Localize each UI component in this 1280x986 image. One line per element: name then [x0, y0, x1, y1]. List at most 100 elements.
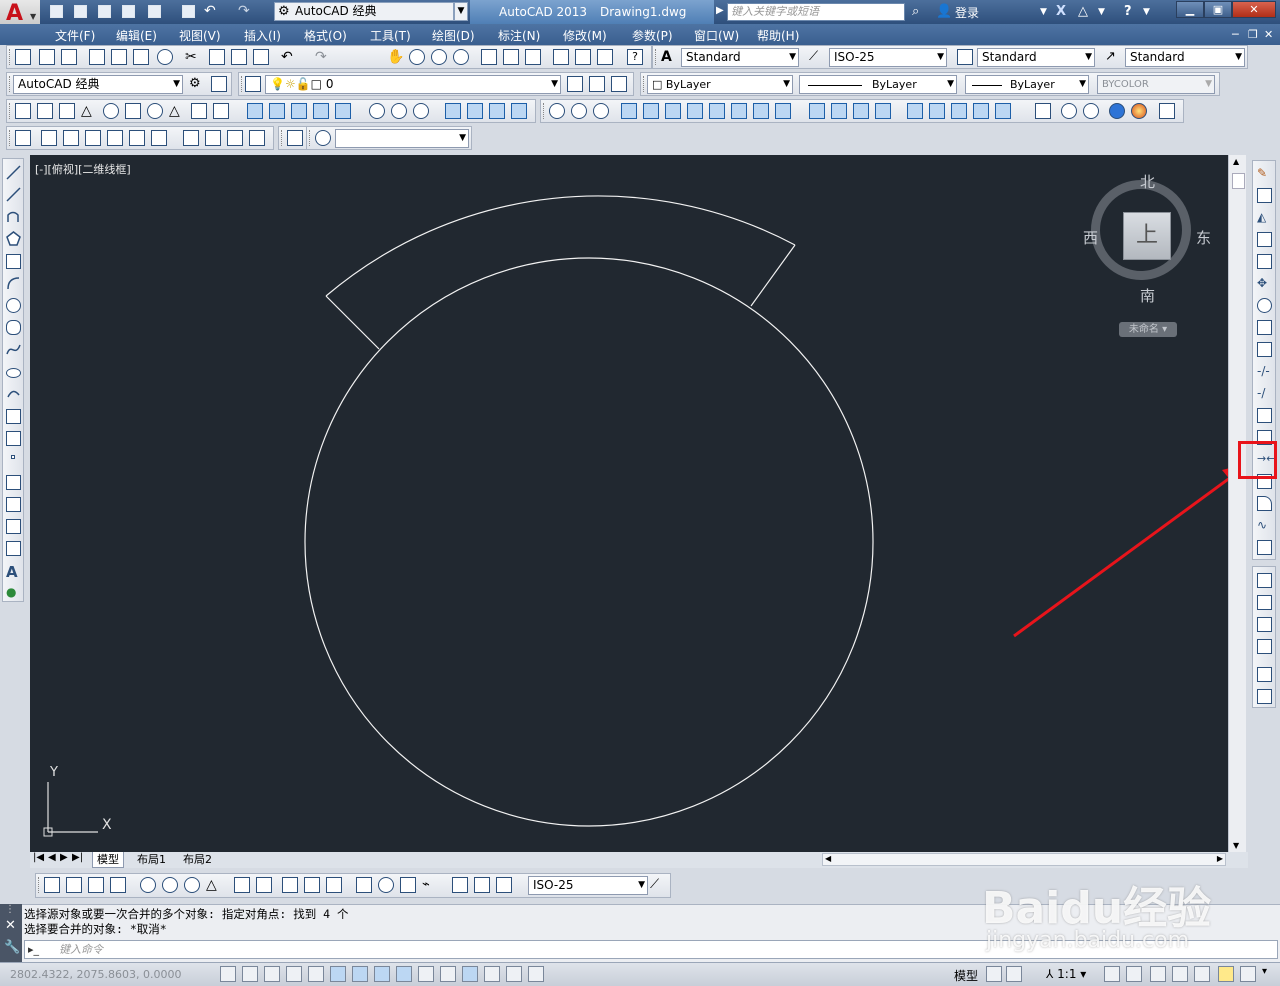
plot-preview-icon[interactable] [146, 3, 164, 21]
grid-display-toggle[interactable] [264, 966, 280, 982]
text-style-dropdown[interactable]: Standard ▼ [681, 48, 799, 67]
menu-dimension[interactable]: 标注(N) [498, 27, 540, 44]
scale-icon[interactable] [1257, 320, 1272, 335]
copy-faces-icon[interactable] [753, 103, 769, 119]
array-icon[interactable] [1257, 254, 1272, 269]
maximize-button[interactable]: ▣ [1204, 1, 1232, 18]
mleader-style-icon[interactable]: ↗ [1105, 49, 1121, 65]
planar-surface-icon[interactable] [213, 103, 229, 119]
dim-text-edit-icon[interactable] [474, 877, 490, 893]
aligned-dim-icon[interactable] [66, 877, 82, 893]
transparency-toggle[interactable] [462, 966, 478, 982]
named-views-icon[interactable] [15, 130, 31, 146]
torus-icon[interactable] [147, 103, 163, 119]
handle-grip[interactable]: ⋮ [5, 904, 15, 915]
check-icon[interactable] [951, 103, 967, 119]
help-icon[interactable]: ? [1124, 3, 1132, 21]
undo-icon[interactable]: ↶ [204, 3, 222, 21]
open-icon[interactable] [39, 49, 55, 65]
layer-dropdown[interactable]: 💡☼🔓□ 0 ▼ [265, 75, 561, 94]
front-view-icon[interactable] [129, 130, 145, 146]
model-space-label[interactable]: 模型 [954, 967, 978, 984]
dynamic-ucs-toggle[interactable] [396, 966, 412, 982]
bring-above-icon[interactable] [1257, 617, 1272, 632]
rotate-icon[interactable] [1257, 298, 1272, 313]
color-dropdown[interactable]: □ ByLayer ▼ [647, 75, 793, 94]
offset-faces-icon[interactable] [665, 103, 681, 119]
jogged-dim-icon[interactable] [162, 877, 178, 893]
sheet-set-icon[interactable] [553, 49, 569, 65]
status-bar-menu-arrow[interactable]: ▾ [1262, 966, 1267, 977]
sweep-icon[interactable] [291, 103, 307, 119]
polygon-icon[interactable] [6, 231, 21, 246]
menu-parametric[interactable]: 参数(P) [632, 27, 673, 44]
auto-scale-icon[interactable] [1126, 966, 1142, 982]
wcs-menu[interactable]: 未命名 ▾ [1119, 322, 1177, 337]
union-icon[interactable] [369, 103, 385, 119]
open-file-icon[interactable] [72, 3, 90, 21]
cylinder-icon[interactable] [125, 103, 141, 119]
wrench-icon[interactable]: 🔧 [4, 940, 20, 955]
section-icon[interactable] [995, 103, 1011, 119]
menu-file[interactable]: 文件(F) [55, 27, 95, 44]
login-dropdown-arrow[interactable]: ▼ [1040, 3, 1047, 21]
tab-prev-arrow[interactable]: ◀ [48, 852, 56, 863]
dimension-style-icon[interactable]: ⟋ [650, 877, 666, 893]
tab-model[interactable]: 模型 [92, 852, 124, 868]
calculator-icon[interactable] [597, 49, 613, 65]
cut-icon[interactable]: ✂ [185, 49, 201, 65]
lineweight-dropdown[interactable]: ByLayer ▼ [965, 75, 1089, 94]
render-sphere-icon[interactable] [1109, 103, 1125, 119]
scroll-left-arrow[interactable]: ◀ [825, 854, 831, 863]
3d-array-icon[interactable] [511, 103, 527, 119]
menu-view[interactable]: 视图(V) [179, 27, 221, 44]
top-view-icon[interactable] [41, 130, 57, 146]
zoom-window-icon[interactable] [431, 49, 447, 65]
clean-icon[interactable] [875, 103, 891, 119]
copy-edges-icon[interactable] [809, 103, 825, 119]
tolerance-icon[interactable] [356, 877, 372, 893]
object-snap-toggle[interactable] [330, 966, 346, 982]
extrude-faces-icon[interactable] [621, 103, 637, 119]
dim-update-icon[interactable] [496, 877, 512, 893]
ordinate-dim-icon[interactable] [110, 877, 126, 893]
move-icon[interactable]: ✥ [1257, 276, 1272, 291]
zoom-previous-icon[interactable] [453, 49, 469, 65]
save-as-icon[interactable] [120, 3, 138, 21]
erase-icon[interactable]: ✎ [1257, 166, 1272, 181]
minimize-button[interactable]: ▁ [1176, 1, 1204, 18]
properties-icon[interactable] [481, 49, 497, 65]
mleader-style-dropdown[interactable]: Standard ▼ [1125, 48, 1245, 67]
menu-insert[interactable]: 插入(I) [244, 27, 281, 44]
publish-icon[interactable] [133, 49, 149, 65]
polyline-icon[interactable] [6, 209, 21, 224]
make-block-icon[interactable] [6, 431, 21, 446]
dynamic-input-toggle[interactable] [418, 966, 434, 982]
sphere-icon[interactable] [103, 103, 119, 119]
autodesk-360-icon[interactable]: △ [1078, 3, 1088, 21]
design-center-icon[interactable] [503, 49, 519, 65]
material-icon[interactable] [1083, 103, 1099, 119]
tab-last-arrow[interactable]: ▶| [72, 852, 83, 863]
mirror-icon[interactable]: ◭ [1257, 210, 1272, 225]
command-prompt-icon[interactable]: ▸_ [28, 941, 39, 958]
send-under-icon[interactable] [1257, 639, 1272, 654]
compass-south[interactable]: 南 [1140, 285, 1155, 306]
quick-view-layouts-icon[interactable] [986, 966, 1002, 982]
create-camera-icon[interactable] [287, 130, 303, 146]
view-manager-icon[interactable] [315, 130, 331, 146]
dim-toolbar-style-dropdown[interactable]: ISO-25 ▼ [528, 876, 648, 895]
solid-intersect-icon[interactable] [593, 103, 609, 119]
spline-icon[interactable] [6, 342, 21, 357]
match-properties-icon[interactable] [253, 49, 269, 65]
save-icon[interactable] [61, 49, 77, 65]
revision-cloud-icon[interactable] [6, 320, 21, 335]
hide-icon[interactable] [1035, 103, 1051, 119]
preview-icon[interactable] [111, 49, 127, 65]
taper-faces-icon[interactable] [731, 103, 747, 119]
new-file-icon[interactable] [48, 3, 66, 21]
dim-style-icon[interactable]: ⟋ [809, 49, 825, 65]
polysolid-icon[interactable] [15, 103, 31, 119]
sw-iso-icon[interactable] [183, 130, 199, 146]
scroll-up-arrow[interactable]: ▲ [1233, 157, 1239, 166]
